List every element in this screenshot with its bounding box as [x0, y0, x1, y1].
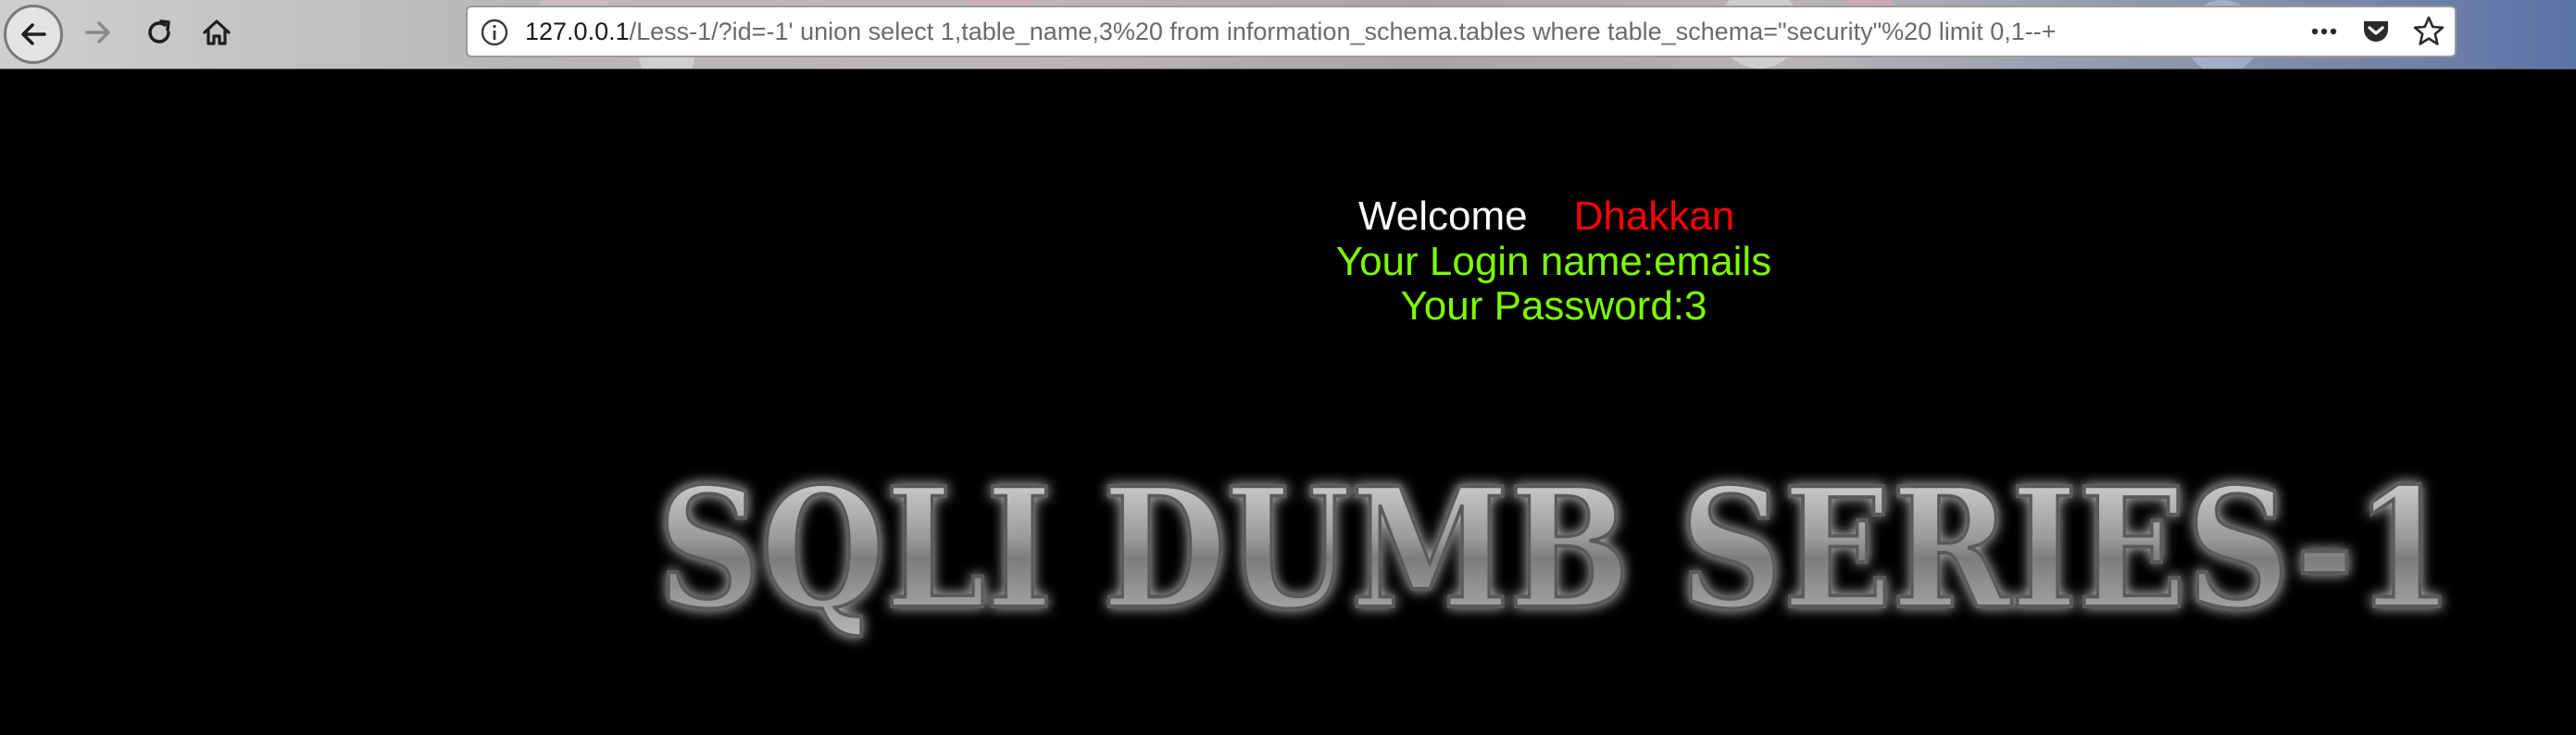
home-button[interactable]	[193, 0, 241, 65]
series-banner: SQLI DUMB SERIES-1	[656, 450, 2456, 647]
password-line: Your Password:3	[0, 283, 2576, 330]
url-path: /Less-1/?id=-1' union select 1,table_nam…	[629, 18, 2057, 45]
back-arrow-icon	[21, 23, 46, 45]
url-actions	[2308, 7, 2445, 56]
page-content: Welcome Dhakkan Your Login name:emails Yo…	[0, 69, 2576, 735]
address-bar[interactable]: 127.0.0.1/Less-1/?id=-1' union select 1,…	[466, 6, 2457, 57]
reload-icon	[148, 19, 170, 44]
back-button[interactable]	[4, 5, 63, 64]
bookmark-star-icon[interactable]	[2412, 15, 2445, 48]
pocket-icon[interactable]	[2360, 16, 2392, 47]
welcome-line: Welcome Dhakkan	[1358, 193, 1734, 240]
banner-text: SQLI DUMB SERIES-1	[657, 452, 2454, 645]
url-text[interactable]: 127.0.0.1/Less-1/?id=-1' union select 1,…	[525, 7, 2056, 56]
browser-toolbar: 127.0.0.1/Less-1/?id=-1' union select 1,…	[0, 0, 2576, 69]
info-icon[interactable]	[479, 17, 510, 48]
forward-button[interactable]	[76, 0, 122, 65]
forward-arrow-icon	[85, 21, 110, 44]
reload-button[interactable]	[135, 0, 183, 65]
password-text: Your Password:3	[1400, 283, 1707, 329]
login-name-line: Your Login name:emails	[0, 239, 2576, 285]
home-icon	[203, 19, 231, 45]
login-name-text: Your Login name:emails	[1335, 239, 1772, 284]
user-name: Dhakkan	[1573, 193, 1735, 239]
url-host: 127.0.0.1	[525, 18, 630, 45]
welcome-text: Welcome	[1358, 193, 1528, 239]
more-actions-icon[interactable]	[2308, 16, 2340, 47]
